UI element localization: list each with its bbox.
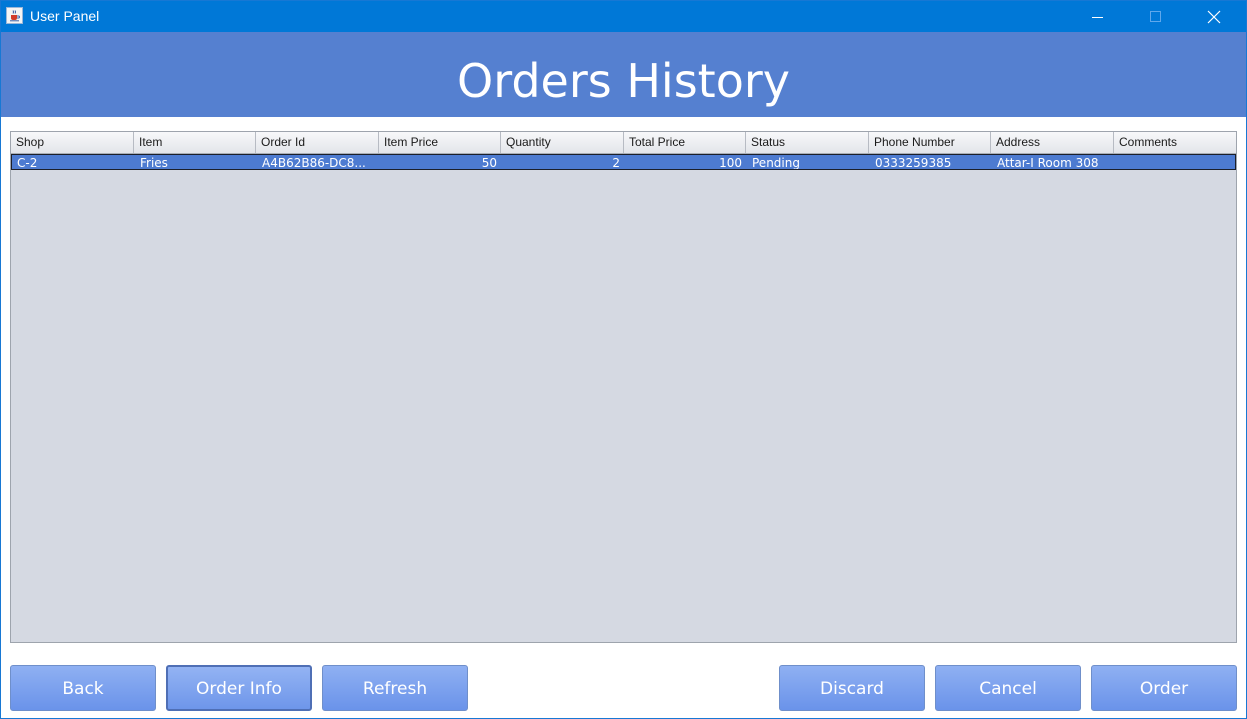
back-button[interactable]: Back xyxy=(10,665,156,711)
cell-shop[interactable]: C-2 xyxy=(12,155,135,169)
orders-table[interactable]: Shop Item Order Id Item Price Quantity T… xyxy=(10,131,1237,643)
order-info-button[interactable]: Order Info xyxy=(166,665,312,711)
column-header-order-id[interactable]: Order Id xyxy=(256,132,379,153)
column-header-comments[interactable]: Comments xyxy=(1114,132,1236,153)
java-coffee-icon[interactable] xyxy=(6,7,23,24)
column-header-status[interactable]: Status xyxy=(746,132,869,153)
column-header-quantity[interactable]: Quantity xyxy=(501,132,624,153)
page-title: Orders History xyxy=(457,54,790,108)
minimize-icon xyxy=(1092,16,1103,18)
header-band: Orders History xyxy=(1,32,1246,117)
table-row[interactable]: C-2 Fries A4B62B86-DC8... 50 2 100 Pendi… xyxy=(11,154,1236,170)
column-header-shop[interactable]: Shop xyxy=(11,132,134,153)
window-title: User Panel xyxy=(30,8,100,24)
order-button[interactable]: Order xyxy=(1091,665,1237,711)
discard-button[interactable]: Discard xyxy=(779,665,925,711)
column-header-address[interactable]: Address xyxy=(991,132,1114,153)
title-bar[interactable]: User Panel xyxy=(1,1,1246,32)
cell-address[interactable]: Attar-I Room 308 xyxy=(992,155,1115,169)
cell-quantity[interactable]: 2 xyxy=(502,155,625,169)
refresh-button[interactable]: Refresh xyxy=(322,665,468,711)
close-button[interactable] xyxy=(1185,1,1243,32)
column-header-item[interactable]: Item xyxy=(134,132,256,153)
cancel-button[interactable]: Cancel xyxy=(935,665,1081,711)
cell-comments[interactable] xyxy=(1115,155,1237,169)
cell-status[interactable]: Pending xyxy=(747,155,870,169)
column-header-phone-number[interactable]: Phone Number xyxy=(869,132,991,153)
close-icon xyxy=(1207,10,1221,23)
cell-order-id[interactable]: A4B62B86-DC8... xyxy=(257,155,380,169)
maximize-icon xyxy=(1150,10,1161,22)
column-header-item-price[interactable]: Item Price xyxy=(379,132,501,153)
cell-item-price[interactable]: 50 xyxy=(380,155,502,169)
cell-phone-number[interactable]: 0333259385 xyxy=(870,155,992,169)
maximize-button[interactable] xyxy=(1127,1,1185,32)
table-header: Shop Item Order Id Item Price Quantity T… xyxy=(11,132,1236,154)
user-panel-window: User Panel Orders History Shop Item Orde… xyxy=(0,0,1247,719)
column-header-total-price[interactable]: Total Price xyxy=(624,132,746,153)
minimize-button[interactable] xyxy=(1069,1,1127,32)
cell-total-price[interactable]: 100 xyxy=(625,155,747,169)
cell-item[interactable]: Fries xyxy=(135,155,257,169)
